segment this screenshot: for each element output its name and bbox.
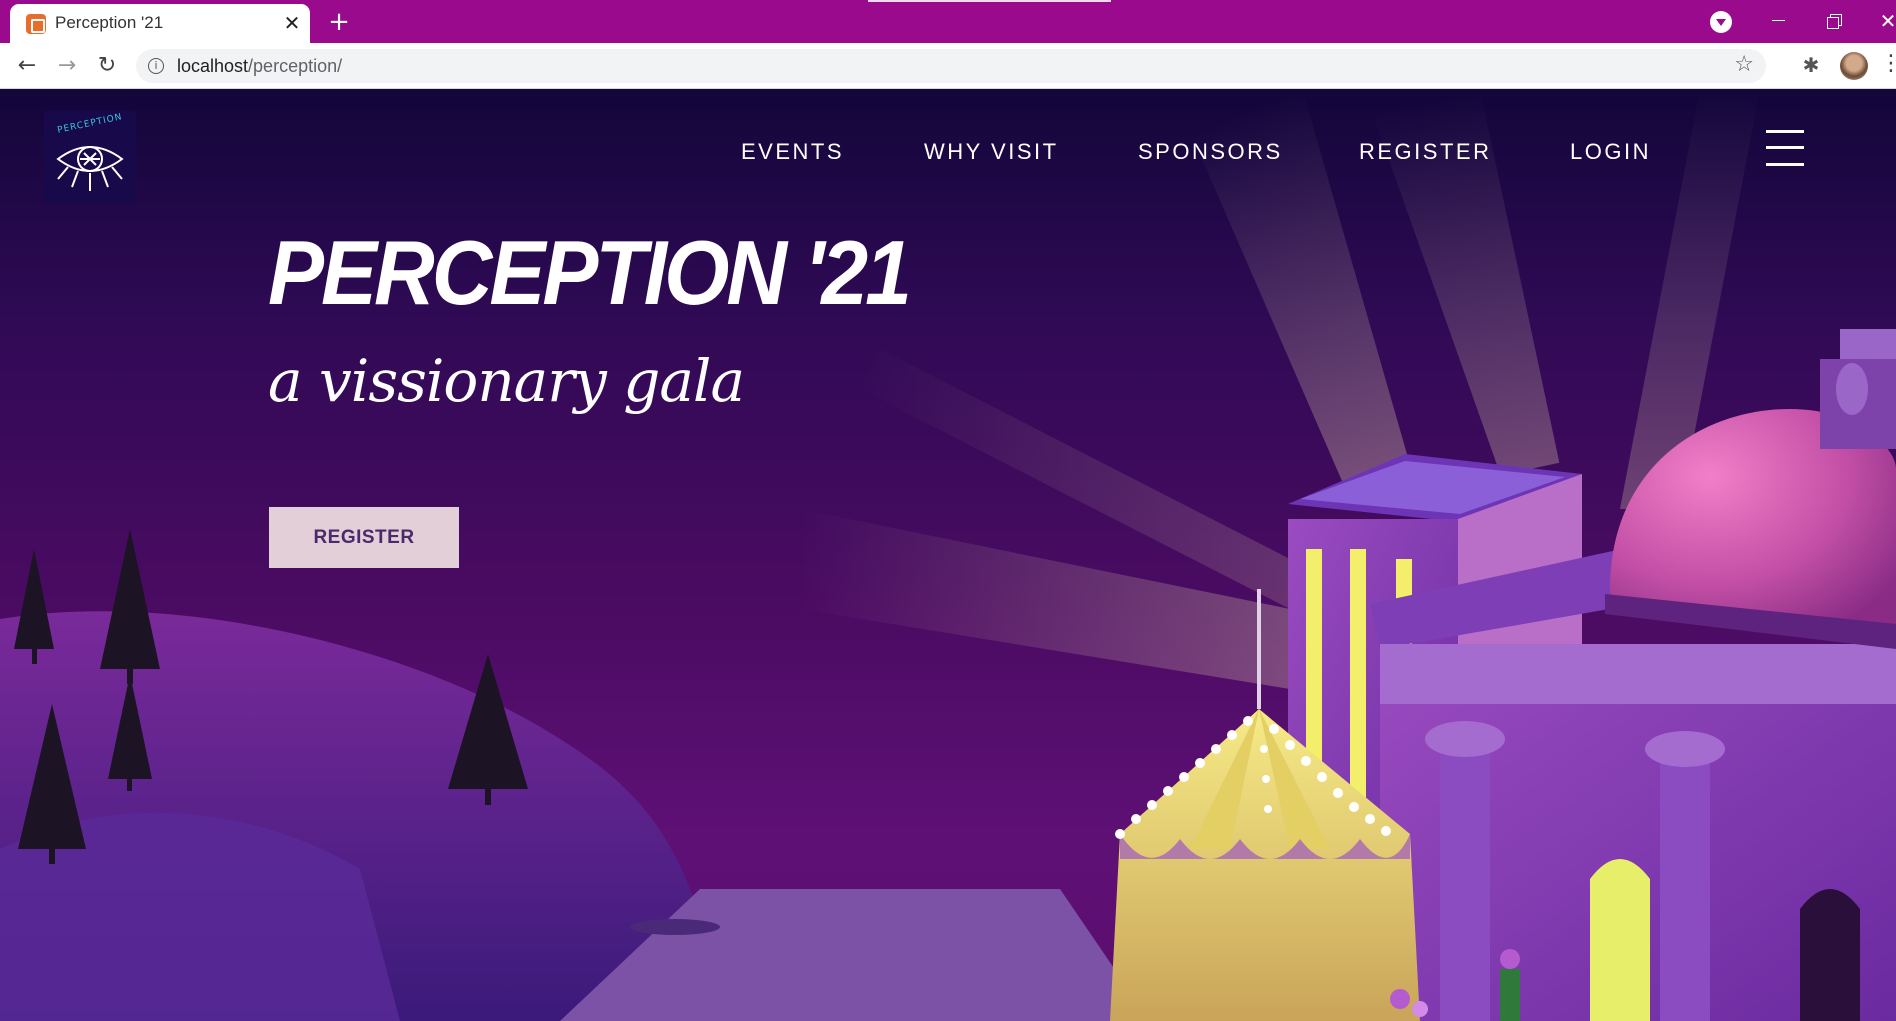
light-bulb <box>1211 744 1221 754</box>
hero-register-button[interactable]: REGISTER <box>269 507 459 568</box>
nav-link-register[interactable]: REGISTER <box>1359 139 1491 165</box>
cupola-window <box>1836 363 1868 415</box>
hero-subtitle: a vissionary gala <box>268 347 745 415</box>
url-host: localhost <box>177 56 249 76</box>
address-bar[interactable]: i localhost/perception/ ☆ <box>136 49 1766 83</box>
light-bulb <box>1269 724 1279 734</box>
tree-trunk <box>32 644 37 664</box>
tab-title: Perception '21 <box>55 13 164 32</box>
light-bulb <box>1147 800 1157 810</box>
nav-link-login[interactable]: LOGIN <box>1570 139 1651 165</box>
light-bulb <box>1115 829 1125 839</box>
hamburger-line <box>1766 146 1804 149</box>
door <box>1590 859 1650 1021</box>
column <box>1440 739 1490 1021</box>
hamburger-line <box>1766 163 1804 166</box>
hero-title: PERCEPTION '21 <box>268 222 912 324</box>
browser-toolbar: ← → ↻ i localhost/perception/ ☆ ✱ <box>0 43 1896 89</box>
door-dark <box>1800 889 1860 1021</box>
light-bulb <box>1243 716 1253 726</box>
tab-search-icon[interactable] <box>1710 11 1732 33</box>
nav-link-sponsors[interactable]: SPONSORS <box>1138 139 1283 165</box>
light-bulb <box>1260 745 1268 753</box>
column-cap <box>1425 721 1505 757</box>
hamburger-menu-icon[interactable] <box>1766 130 1804 170</box>
shrub <box>1500 969 1520 1021</box>
window-close-button[interactable]: ✕ <box>1868 4 1896 38</box>
loading-indicator <box>868 0 1111 2</box>
browser-tab[interactable]: Perception '21 ✕ <box>10 4 310 43</box>
light-bulb <box>1365 814 1375 824</box>
light-bulb <box>1317 772 1327 782</box>
light-bulb <box>1381 826 1391 836</box>
address-url[interactable]: localhost/perception/ <box>177 56 342 77</box>
tree <box>100 529 160 669</box>
flower <box>1390 989 1410 1009</box>
ground-shadow <box>630 919 720 935</box>
flower <box>1412 1001 1428 1017</box>
flower <box>1500 949 1520 969</box>
building-ledge <box>1380 644 1896 704</box>
browser-menu-icon[interactable] <box>1880 51 1896 79</box>
extensions-puzzle-icon[interactable]: ✱ <box>1800 54 1822 76</box>
light-bulb <box>1264 805 1272 813</box>
column-cap <box>1645 731 1725 767</box>
light-bulb <box>1285 740 1295 750</box>
tree-trunk <box>485 785 491 805</box>
nav-link-why-visit[interactable]: WHY VISIT <box>924 139 1059 165</box>
hamburger-line <box>1766 130 1804 133</box>
light-bulb <box>1349 802 1359 812</box>
light-bulb <box>1131 814 1141 824</box>
site-info-icon[interactable]: i <box>148 58 164 74</box>
tree <box>14 549 54 649</box>
light-bulb <box>1262 775 1270 783</box>
nav-link-events[interactable]: EVENTS <box>741 139 844 165</box>
light-bulb <box>1195 758 1205 768</box>
profile-avatar[interactable] <box>1840 52 1868 80</box>
light-bulb <box>1301 756 1311 766</box>
tree-trunk <box>49 844 55 864</box>
url-path: /perception/ <box>248 56 343 76</box>
light-bulb <box>1163 786 1173 796</box>
xampp-favicon-icon <box>26 14 46 34</box>
browser-tabstrip: Perception '21 ✕ + ✕ <box>0 0 1896 43</box>
bookmark-star-icon[interactable]: ☆ <box>1734 52 1754 77</box>
tree-trunk <box>127 777 132 791</box>
forward-arrow-icon[interactable]: → <box>52 51 82 81</box>
light-bulb <box>1333 788 1343 798</box>
new-tab-button[interactable]: + <box>324 7 354 37</box>
column <box>1660 749 1710 1021</box>
tab-close-icon[interactable]: ✕ <box>280 11 304 35</box>
back-arrow-icon[interactable]: ← <box>12 51 42 81</box>
cupola-top <box>1840 329 1896 359</box>
restore-button[interactable] <box>1814 4 1854 38</box>
light-bulb <box>1179 772 1189 782</box>
reload-icon[interactable]: ↻ <box>92 51 122 81</box>
page-viewport: PERCEPTION EVENTS WHY VISIT SPONSORS REG… <box>0 89 1896 1021</box>
light-bulb <box>1227 730 1237 740</box>
minimize-button[interactable] <box>1758 4 1798 38</box>
